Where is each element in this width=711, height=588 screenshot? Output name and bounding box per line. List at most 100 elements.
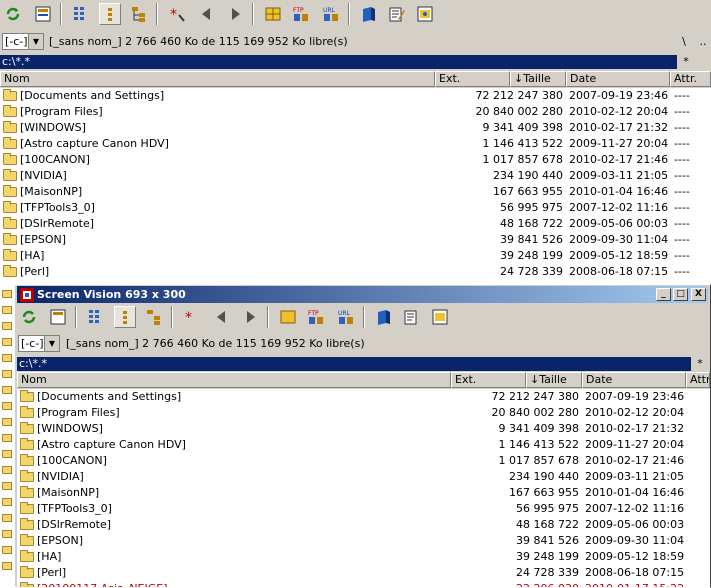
file-row[interactable]: [20100117 Asia_NEIGE] 22 206 030 2010-01-1…: [17, 581, 710, 587]
copy-icon[interactable]: [373, 306, 395, 328]
filter-icon[interactable]: *: [181, 306, 203, 328]
file-row[interactable]: [MaisonNP] 167 663 955 2010-01-04 16:46 ---…: [0, 184, 711, 200]
file-name: [Documents and Settings]: [37, 390, 182, 403]
col-ext[interactable]: Ext.: [451, 372, 526, 388]
col-ext[interactable]: Ext.: [435, 71, 510, 87]
file-row[interactable]: [Program Files] 20 840 002 280 2010-02-12 …: [17, 405, 710, 421]
file-row[interactable]: [MaisonNP] 167 663 955 2010-01-04 16:46: [17, 485, 710, 501]
sync-icon[interactable]: [429, 306, 451, 328]
brief-view-icon[interactable]: [70, 3, 92, 25]
col-date[interactable]: Date: [566, 71, 670, 87]
drive-select[interactable]: [-c-] ▼: [2, 33, 44, 50]
file-row[interactable]: [WINDOWS] 9 341 409 398 2010-02-17 21:32 --…: [0, 120, 711, 136]
file-name: [NVIDIA]: [37, 470, 84, 483]
folder-icon: [3, 201, 17, 213]
col-size[interactable]: ↓Taille: [510, 71, 566, 87]
file-row[interactable]: [WINDOWS] 9 341 409 398 2010-02-17 21:32: [17, 421, 710, 437]
file-size: 39 841 526: [516, 534, 579, 547]
background-pane-edge: [0, 284, 14, 588]
file-date: 2010-02-17 21:32: [569, 121, 669, 134]
file-row[interactable]: [100CANON] 1 017 857 678 2010-02-17 21:46-…: [0, 152, 711, 168]
file-row[interactable]: [Astro capture Canon HDV] 1 146 413 522 20…: [0, 136, 711, 152]
folder-icon: [3, 185, 17, 197]
file-row[interactable]: [Astro capture Canon HDV] 1 146 413 522 20…: [17, 437, 710, 453]
file-date: 2010-02-12 20:04: [585, 406, 685, 419]
filter-icon[interactable]: *: [166, 3, 188, 25]
drive-select-value: [-c-]: [5, 35, 28, 48]
file-row[interactable]: [Documents and Settings] 72 212 247 380 20…: [17, 389, 710, 405]
file-row[interactable]: [DSlrRemote] 48 168 722 2009-05-06 00:03 --…: [0, 216, 711, 232]
refresh-icon[interactable]: [2, 3, 24, 25]
file-row[interactable]: [Perl] 24 728 339 2008-06-18 07:15 ----: [0, 264, 711, 280]
file-name: [DSlrRemote]: [37, 518, 112, 531]
file-name: [20100117 Asia_NEIGE]: [37, 581, 168, 587]
view-icon[interactable]: [32, 3, 54, 25]
forward-icon[interactable]: [224, 3, 246, 25]
close-button[interactable]: X: [691, 288, 706, 301]
refresh-icon[interactable]: [18, 306, 40, 328]
minimize-button[interactable]: _: [656, 288, 671, 301]
file-row[interactable]: [100CANON] 1 017 857 678 2010-02-17 21:46: [17, 453, 710, 469]
file-date: 2007-09-19 23:46: [585, 390, 685, 403]
history-button[interactable]: *: [679, 55, 693, 69]
file-row[interactable]: [HA] 39 248 199 2009-05-12 18:59: [17, 549, 710, 565]
window-column-header: Nom Ext. ↓Taille Date Attr: [17, 372, 710, 388]
tree-view-icon[interactable]: [143, 306, 165, 328]
window-toolbar: * FTP URL: [15, 303, 710, 331]
col-name[interactable]: Nom: [17, 372, 451, 388]
file-row[interactable]: [NVIDIA] 234 190 440 2009-03-11 21:05 ----: [0, 168, 711, 184]
edit-icon[interactable]: [386, 3, 408, 25]
url-icon[interactable]: URL: [320, 3, 342, 25]
ftp-icon[interactable]: FTP: [305, 306, 327, 328]
ftp-icon[interactable]: FTP: [290, 3, 312, 25]
file-row[interactable]: [TFPTools3_0] 56 995 975 2007-12-02 11:16: [17, 501, 710, 517]
file-row[interactable]: [EPSON] 39 841 526 2009-09-30 11:04: [17, 533, 710, 549]
window-history-button[interactable]: *: [693, 357, 707, 371]
file-size: 20 840 002 280: [475, 105, 563, 118]
file-row[interactable]: [NVIDIA] 234 190 440 2009-03-11 21:05: [17, 469, 710, 485]
detailed-view-icon[interactable]: [114, 306, 136, 328]
chevron-down-icon[interactable]: ▼: [28, 34, 43, 49]
window-drive-select[interactable]: [-c-] ▼: [18, 335, 60, 352]
main-toolbar: * FTP URL: [0, 0, 711, 28]
file-size: 24 728 339: [516, 566, 579, 579]
file-row[interactable]: [Perl] 24 728 339 2008-06-18 07:15: [17, 565, 710, 581]
file-row[interactable]: [Documents and Settings] 72 212 247 380 20…: [0, 88, 711, 104]
pack-icon[interactable]: [262, 3, 284, 25]
folder-icon: [20, 582, 34, 587]
pack-icon[interactable]: [277, 306, 299, 328]
file-attr: ----: [674, 185, 690, 198]
window-titlebar[interactable]: Screen Vision 693 x 300 _ □ X: [17, 286, 708, 304]
col-date[interactable]: Date: [582, 372, 686, 388]
view-icon[interactable]: [47, 306, 69, 328]
sync-icon[interactable]: [414, 3, 436, 25]
copy-icon[interactable]: [358, 3, 380, 25]
file-row[interactable]: [Program Files] 20 840 002 280 2010-02-12 …: [0, 104, 711, 120]
file-row[interactable]: [TFPTools3_0] 56 995 975 2007-12-02 11:16-…: [0, 200, 711, 216]
file-date: 2010-01-17 15:22: [585, 581, 684, 587]
file-size: 167 663 955: [509, 486, 579, 499]
file-date: 2009-05-12 18:59: [585, 550, 685, 563]
col-attr[interactable]: Attr.: [670, 71, 711, 87]
file-name: [Astro capture Canon HDV]: [20, 137, 169, 150]
file-row[interactable]: [DSlrRemote] 48 168 722 2009-05-06 00:03: [17, 517, 710, 533]
col-name[interactable]: Nom: [0, 71, 435, 87]
edit-icon[interactable]: [401, 306, 423, 328]
back-icon[interactable]: [196, 3, 218, 25]
file-size: 1 017 857 678: [498, 454, 579, 467]
chevron-down-icon[interactable]: ▼: [44, 336, 59, 351]
col-attr[interactable]: Attr: [686, 372, 710, 388]
parent-button[interactable]: ..: [695, 34, 711, 50]
url-icon[interactable]: URL: [335, 306, 357, 328]
detailed-view-icon[interactable]: [99, 3, 121, 25]
root-button[interactable]: \: [676, 34, 692, 50]
file-row[interactable]: [HA] 39 248 199 2009-05-12 18:59 ----: [0, 248, 711, 264]
col-size[interactable]: ↓Taille: [526, 372, 582, 388]
back-icon[interactable]: [211, 306, 233, 328]
file-size: 1 017 857 678: [482, 153, 563, 166]
brief-view-icon[interactable]: [85, 306, 107, 328]
tree-view-icon[interactable]: [128, 3, 150, 25]
maximize-button[interactable]: □: [673, 288, 688, 301]
forward-icon[interactable]: [239, 306, 261, 328]
file-row[interactable]: [EPSON] 39 841 526 2009-09-30 11:04 ----: [0, 232, 711, 248]
